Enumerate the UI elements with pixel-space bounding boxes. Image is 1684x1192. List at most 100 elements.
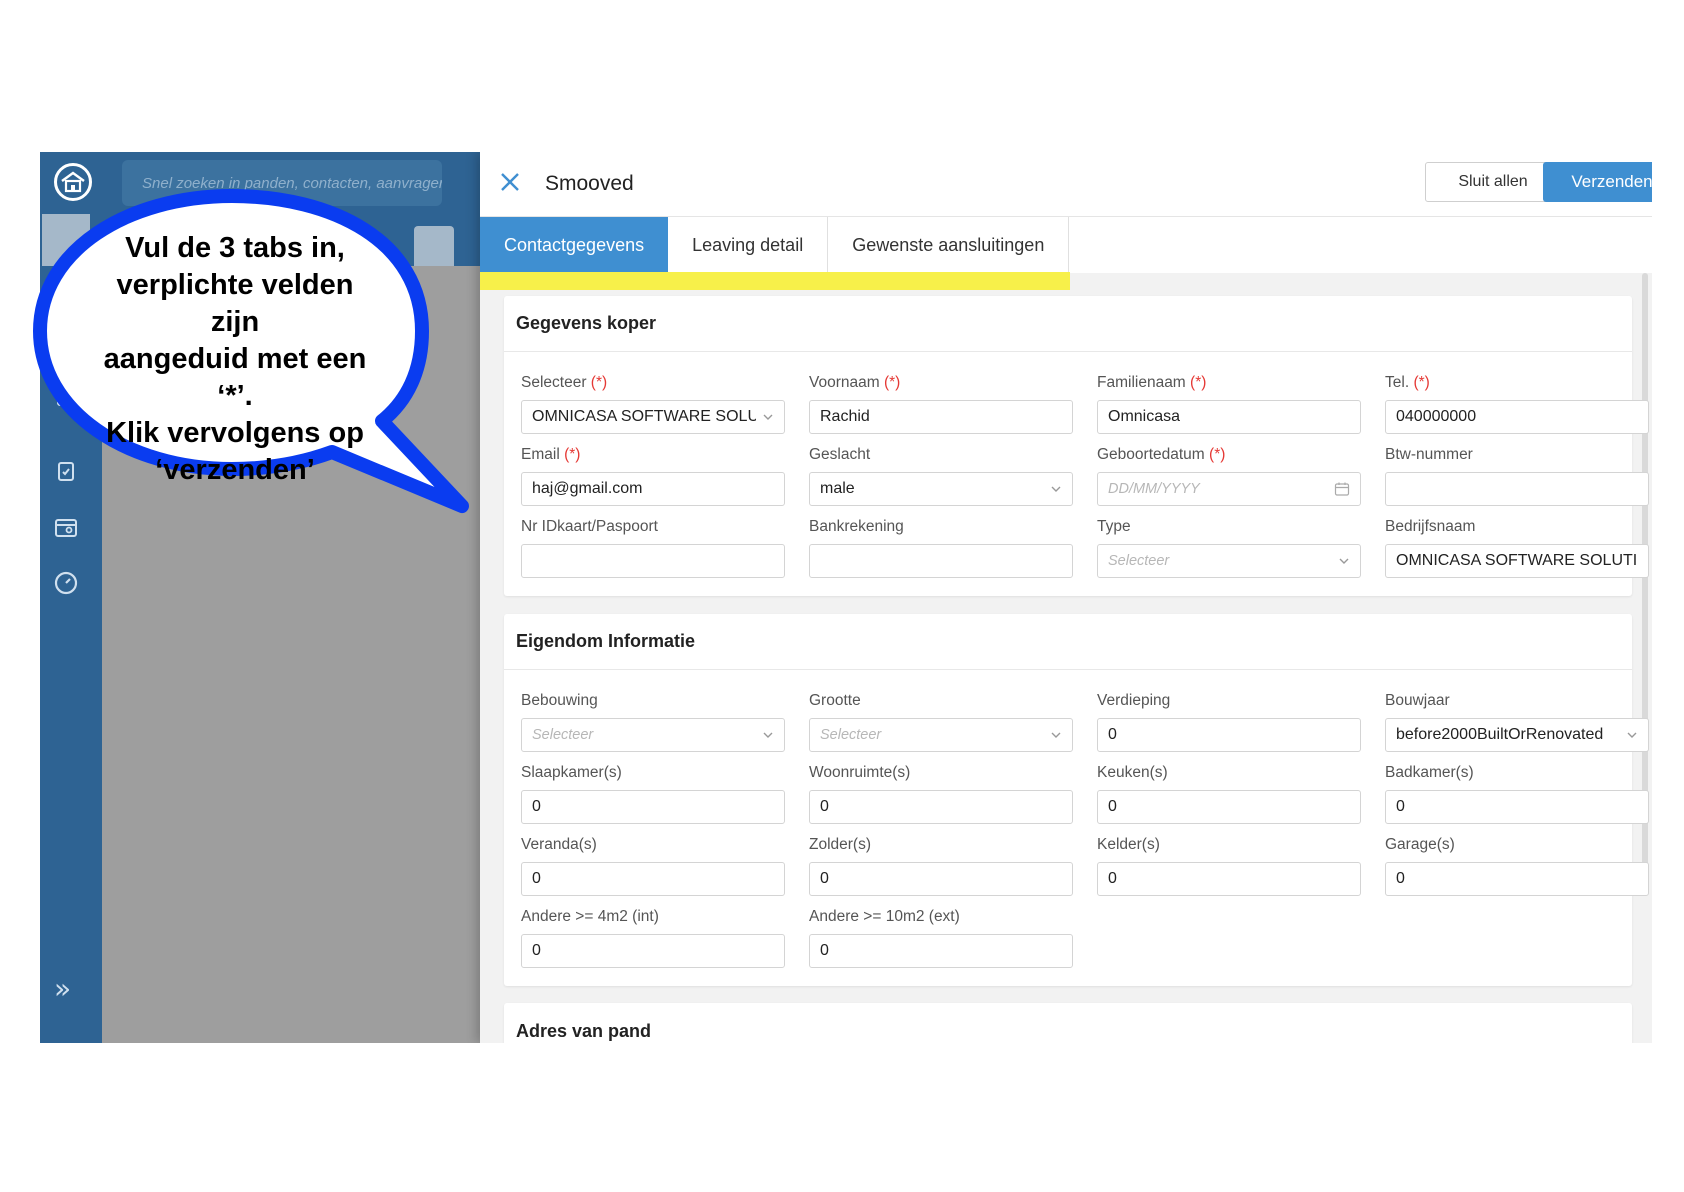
close-icon[interactable] — [498, 170, 522, 194]
verzenden-button[interactable]: Verzenden — [1543, 162, 1652, 202]
selecteer-select[interactable]: OMNICASA SOFTWARE SOLUT — [521, 400, 785, 434]
field-label: Tel. — [1385, 374, 1410, 391]
field-keuken: Keuken(s) 0 — [1097, 762, 1361, 824]
tel-input[interactable]: 040000000 — [1385, 400, 1649, 434]
card-eigendom-informatie: Eigendom Informatie Bebouwing Selecteer … — [504, 614, 1649, 986]
field-label: Bankrekening — [809, 518, 904, 535]
field-label: Badkamer(s) — [1385, 764, 1474, 781]
garage-input[interactable]: 0 — [1385, 862, 1649, 896]
field-label: Zolder(s) — [809, 836, 872, 853]
field-label: Slaapkamer(s) — [521, 764, 622, 781]
idkaart-input[interactable] — [521, 544, 785, 578]
voornaam-input[interactable]: Rachid — [809, 400, 1073, 434]
veranda-input[interactable]: 0 — [521, 862, 785, 896]
tab-highlight-marker — [480, 272, 1070, 290]
field-familienaam: Familienaam (*) Omnicasa — [1097, 372, 1361, 434]
panel-content: Gegevens koper Selecteer (*) OMNICASA SO… — [480, 273, 1652, 1043]
btw-input[interactable] — [1385, 472, 1649, 506]
field-label: Bedrijfsnaam — [1385, 518, 1476, 535]
geboortedatum-input[interactable]: DD/MM/YYYY — [1097, 472, 1361, 506]
chevron-down-icon — [1051, 732, 1061, 738]
tab-contactgegevens[interactable]: Contactgegevens — [480, 217, 669, 273]
field-btw: Btw-nummer — [1385, 444, 1649, 506]
field-zolder: Zolder(s) 0 — [809, 834, 1073, 896]
field-bankrekening: Bankrekening — [809, 516, 1073, 578]
field-kelder: Kelder(s) 0 — [1097, 834, 1361, 896]
familienaam-input[interactable]: Omnicasa — [1097, 400, 1361, 434]
tutorial-screenshot: » Snel zoeken in panden, contacten, aanv… — [0, 0, 1684, 1192]
field-label: Woonruimte(s) — [809, 764, 911, 781]
field-label: Andere >= 4m2 (int) — [521, 908, 659, 925]
field-andere-int: Andere >= 4m2 (int) 0 — [521, 906, 785, 968]
bouwjaar-select[interactable]: before2000BuiltOrRenovated — [1385, 718, 1649, 752]
field-type: Type Selecteer — [1097, 516, 1361, 578]
callout-text: Vul de 3 tabs in, verplichte velden zijn… — [103, 232, 367, 486]
field-idkaart: Nr IDkaart/Paspoort — [521, 516, 785, 578]
andere-int-input[interactable]: 0 — [521, 934, 785, 968]
zolder-input[interactable]: 0 — [809, 862, 1073, 896]
field-label: Grootte — [809, 692, 861, 709]
field-woonruimte: Woonruimte(s) 0 — [809, 762, 1073, 824]
card-gegevens-koper: Gegevens koper Selecteer (*) OMNICASA SO… — [504, 296, 1649, 596]
required-mark: (*) — [1190, 374, 1207, 391]
calendar-icon[interactable] — [1334, 481, 1350, 497]
slaapkamer-input[interactable]: 0 — [521, 790, 785, 824]
card-adres-van-pand: Adres van pand — [504, 1003, 1632, 1043]
andere-ext-input[interactable]: 0 — [809, 934, 1073, 968]
type-select[interactable]: Selecteer — [1097, 544, 1361, 578]
panel-header: Smooved Sluit allen Verzenden — [480, 152, 1652, 217]
required-mark: (*) — [590, 374, 608, 391]
chevron-down-icon — [1627, 732, 1637, 738]
double-chevron-right-icon[interactable]: » — [54, 972, 71, 1005]
field-tel: Tel. (*) 040000000 — [1385, 372, 1649, 434]
field-badkamer: Badkamer(s) 0 — [1385, 762, 1649, 824]
listing-icon[interactable] — [53, 515, 79, 541]
required-mark: (*) — [1209, 446, 1226, 463]
email-input[interactable]: haj@gmail.com — [521, 472, 785, 506]
field-verdieping: Verdieping 0 — [1097, 690, 1361, 752]
field-label: Kelder(s) — [1097, 836, 1160, 853]
field-label: Voornaam — [809, 374, 880, 391]
badkamer-input[interactable]: 0 — [1385, 790, 1649, 824]
verdieping-input[interactable]: 0 — [1097, 718, 1361, 752]
tab-gewenste-aansluitingen[interactable]: Gewenste aansluitingen — [828, 217, 1070, 273]
field-grootte: Grootte Selecteer — [809, 690, 1073, 752]
woonruimte-input[interactable]: 0 — [809, 790, 1073, 824]
chevron-down-icon — [763, 414, 773, 420]
bedrijfsnaam-input[interactable]: OMNICASA SOFTWARE SOLUTIONS — [1385, 544, 1649, 578]
keuken-input[interactable]: 0 — [1097, 790, 1361, 824]
card-title: Eigendom Informatie — [504, 614, 1632, 670]
kelder-input[interactable]: 0 — [1097, 862, 1361, 896]
grootte-select[interactable]: Selecteer — [809, 718, 1073, 752]
field-label: Type — [1097, 518, 1131, 535]
field-label: Bebouwing — [521, 692, 598, 709]
field-label: Familienaam — [1097, 374, 1186, 391]
geslacht-select[interactable]: male — [809, 472, 1073, 506]
field-email: Email (*) haj@gmail.com — [521, 444, 785, 506]
gauge-icon[interactable] — [53, 570, 79, 596]
field-label: Andere >= 10m2 (ext) — [809, 908, 960, 925]
field-label: Geboortedatum — [1097, 446, 1205, 463]
field-label: Verdieping — [1097, 692, 1171, 709]
bebouwing-select[interactable]: Selecteer — [521, 718, 785, 752]
bankrekening-input[interactable] — [809, 544, 1073, 578]
field-slaapkamer: Slaapkamer(s) 0 — [521, 762, 785, 824]
field-bouwjaar: Bouwjaar before2000BuiltOrRenovated — [1385, 690, 1649, 752]
field-garage: Garage(s) 0 — [1385, 834, 1649, 896]
field-geslacht: Geslacht male — [809, 444, 1073, 506]
smooved-panel: Smooved Sluit allen Verzenden Contactgeg… — [480, 152, 1652, 1043]
field-label: Selecteer — [521, 374, 587, 391]
field-label: Bouwjaar — [1385, 692, 1450, 709]
tab-leaving-detail[interactable]: Leaving detail — [668, 217, 829, 273]
instruction-callout: Vul de 3 tabs in, verplichte velden zijn… — [32, 186, 482, 516]
panel-title: Smooved — [545, 172, 634, 195]
field-bedrijfsnaam: Bedrijfsnaam OMNICASA SOFTWARE SOLUTIONS — [1385, 516, 1649, 578]
field-label: Garage(s) — [1385, 836, 1455, 853]
sluit-allen-button[interactable]: Sluit allen — [1425, 162, 1561, 202]
chevron-down-icon — [1339, 558, 1349, 564]
field-selecteer: Selecteer (*) OMNICASA SOFTWARE SOLUT — [521, 372, 785, 434]
field-andere-ext: Andere >= 10m2 (ext) 0 — [809, 906, 1073, 968]
field-bebouwing: Bebouwing Selecteer — [521, 690, 785, 752]
card-title: Adres van pand — [516, 1020, 652, 1041]
field-label: Email — [521, 446, 560, 463]
